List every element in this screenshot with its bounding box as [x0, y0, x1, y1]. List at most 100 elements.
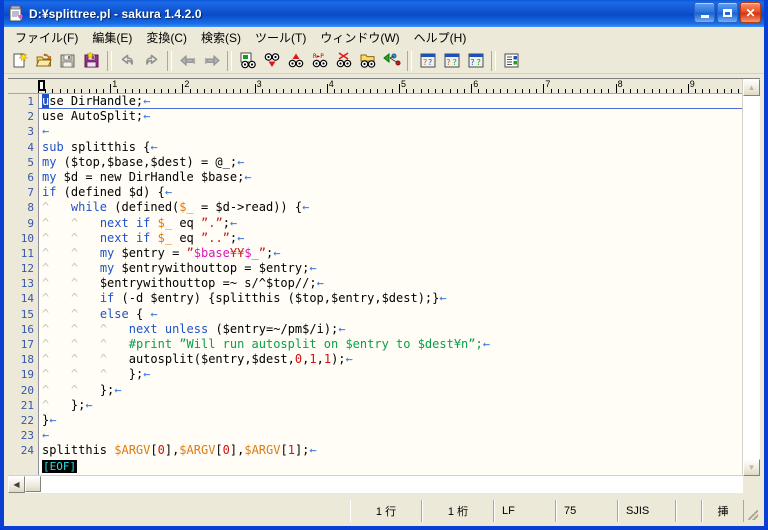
line-number: 7	[8, 185, 38, 200]
resize-grip[interactable]	[744, 500, 760, 522]
code-view[interactable]: 123456789101112131415161718192021222324 …	[8, 94, 743, 476]
menu-edit[interactable]: 編集(E)	[85, 27, 139, 48]
code-line[interactable]: ^ ^ next if $_ eq ”..”;←	[39, 231, 743, 246]
code-line[interactable]: ←	[39, 124, 743, 139]
code-line[interactable]: ^ ^ if (-d $entry) {splitthis ($top,$ent…	[39, 291, 743, 306]
code-line[interactable]: splitthis $ARGV[0],$ARGV[0],$ARGV[1];←	[39, 443, 743, 458]
code-token-kw: next	[129, 322, 158, 336]
code-token-kw: else	[100, 307, 129, 321]
separator-3	[227, 51, 232, 71]
code-line[interactable]: my ($top,$base,$dest) = @_;←	[39, 155, 743, 170]
search-cancel-icon[interactable]	[356, 50, 379, 72]
code-text[interactable]: use DirHandle;←use AutoSplit;←←sub split…	[39, 94, 743, 476]
code-token-tab: ^	[71, 383, 100, 397]
code-token-kw: if	[136, 231, 150, 245]
code-line[interactable]: }←	[39, 413, 743, 428]
ruler: 123456789	[8, 79, 743, 94]
ruler-tick	[52, 89, 53, 93]
scroll-left-button[interactable]: ◀	[8, 476, 25, 493]
code-line[interactable]: ^ ^ next if $_ eq ”.”;←	[39, 216, 743, 231]
ruler-label: 3	[257, 79, 262, 89]
status-eol-code: LF	[494, 500, 556, 522]
outline-icon[interactable]	[500, 50, 523, 72]
vertical-scroll-track[interactable]	[743, 96, 760, 459]
ruler-tick	[385, 89, 386, 93]
line-number: 4	[8, 140, 38, 155]
code-line[interactable]: ^ while (defined($_ = $d->read)) {←	[39, 200, 743, 215]
code-line[interactable]: ^ ^ ^ next unless ($entry=~/pm$/i);←	[39, 322, 743, 337]
undo-icon[interactable]	[116, 50, 139, 72]
title-bar[interactable]: D:¥splittree.pl - sakura 1.4.2.0 ✕	[4, 0, 764, 27]
ruler-tick	[399, 84, 400, 93]
open-file-icon[interactable]	[32, 50, 55, 72]
code-line[interactable]: ^ ^ ^ autosplit($entry,$dest,0,1,1);←	[39, 352, 743, 367]
code-line[interactable]: if (defined $d) {←	[39, 185, 743, 200]
ruler-tick	[731, 89, 732, 93]
search-glasses-icon[interactable]: R►P	[308, 50, 331, 72]
ruler-tick	[276, 89, 277, 93]
status-char-count: 75	[556, 500, 618, 522]
line-number: 9	[8, 216, 38, 231]
menu-window[interactable]: ウィンドウ(W)	[313, 27, 406, 48]
line-number: 11	[8, 246, 38, 261]
maximize-button[interactable]	[717, 2, 738, 23]
ruler-tick	[233, 89, 234, 93]
save-as-icon[interactable]	[80, 50, 103, 72]
search-down-icon[interactable]	[260, 50, 283, 72]
ruler-tick	[348, 89, 349, 93]
code-line[interactable]: my $d = new DirHandle $base;←	[39, 170, 743, 185]
code-token-tab: ^	[100, 322, 129, 336]
scroll-down-button[interactable]: ▼	[743, 459, 760, 476]
window-list-icon[interactable]: ? ?	[464, 50, 487, 72]
sakura-editor-window: D:¥splittree.pl - sakura 1.4.2.0 ✕ ファイル(…	[0, 0, 768, 530]
code-token-tab: ^	[42, 367, 71, 381]
editor-area[interactable]: 123456789 123456789101112131415161718192…	[8, 78, 760, 493]
menu-tools[interactable]: ツール(T)	[248, 27, 313, 48]
back-icon[interactable]	[176, 50, 199, 72]
code-line[interactable]: ^ ^ else { ←	[39, 307, 743, 322]
close-button[interactable]: ✕	[740, 2, 761, 23]
redo-icon[interactable]	[140, 50, 163, 72]
menu-search[interactable]: 検索(S)	[194, 27, 248, 48]
chevron-up-icon: ▲	[748, 84, 756, 92]
code-token-plain: = $d->read)) {	[194, 200, 302, 214]
ruler-tick	[89, 89, 90, 93]
split-window-icon[interactable]: ? ?	[440, 50, 463, 72]
code-token-tab: ^	[42, 307, 71, 321]
code-line[interactable]: sub splitthis {←	[39, 140, 743, 155]
menu-file[interactable]: ファイル(F)	[8, 27, 85, 48]
code-line[interactable]: use AutoSplit;←	[39, 109, 743, 124]
compare-window-icon[interactable]: ? ?	[416, 50, 439, 72]
code-token-eol: ←	[42, 124, 49, 138]
code-line[interactable]: ^ ^ my $entrywithouttop = $entry;←	[39, 261, 743, 276]
code-line[interactable]: ^ ^ my $entry = ”$base¥¥$_”;←	[39, 246, 743, 261]
code-line[interactable]: ←	[39, 428, 743, 443]
menu-help[interactable]: ヘルプ(H)	[407, 27, 474, 48]
find-in-files-icon[interactable]	[236, 50, 259, 72]
code-token-eol: ←	[42, 428, 49, 442]
search-up-icon[interactable]	[284, 50, 307, 72]
scroll-up-button[interactable]: ▲	[743, 79, 760, 96]
minimize-button[interactable]	[694, 2, 715, 23]
ruler-tick	[81, 89, 82, 93]
code-line[interactable]: ^ ^ ^ #print ”Will run autosplit on $ent…	[39, 337, 743, 352]
code-line[interactable]: use DirHandle;←	[39, 94, 743, 109]
code-token-plain: [	[280, 443, 287, 457]
code-line[interactable]: ^ ^ };←	[39, 383, 743, 398]
save-icon[interactable]	[56, 50, 79, 72]
new-file-icon[interactable]	[8, 50, 31, 72]
code-token-plain: };	[71, 398, 85, 412]
code-token-eol: ←	[150, 307, 157, 321]
forward-icon[interactable]	[200, 50, 223, 72]
ruler-tick	[644, 89, 645, 93]
horizontal-scroll-thumb[interactable]	[25, 476, 41, 492]
code-line[interactable]: ^ ^ ^ };←	[39, 367, 743, 382]
code-line[interactable]: ^ };←	[39, 398, 743, 413]
ruler-tick	[702, 89, 703, 93]
menu-convert[interactable]: 変換(C)	[139, 27, 194, 48]
vertical-scrollbar[interactable]: ▲ ▼	[742, 79, 760, 476]
code-line[interactable]: ^ ^ $entrywithouttop =~ s/^$top//;←	[39, 276, 743, 291]
horizontal-scrollbar[interactable]: ◀	[8, 475, 743, 493]
replace-icon[interactable]	[332, 50, 355, 72]
tag-jump-icon[interactable]	[380, 50, 403, 72]
